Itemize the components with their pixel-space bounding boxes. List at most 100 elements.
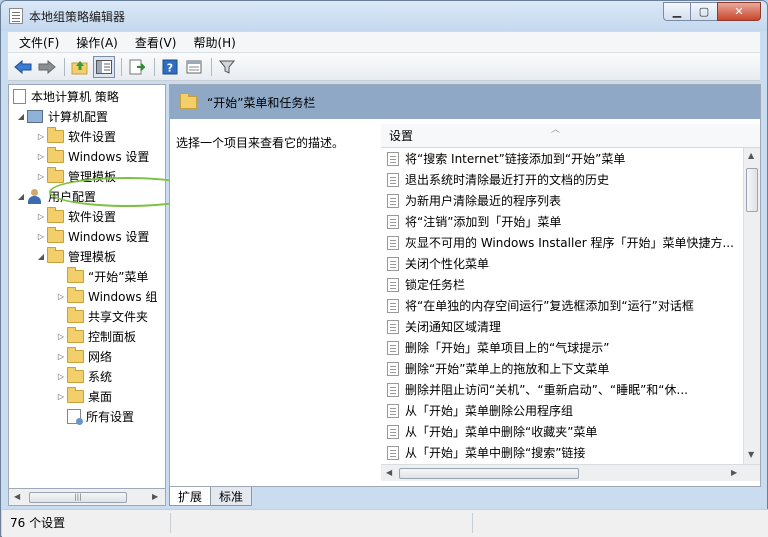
scroll-thumb[interactable] — [746, 168, 758, 212]
expand-arrow-icon[interactable]: ▷ — [35, 152, 47, 161]
list-horizontal-scrollbar[interactable]: ◀ ▶ — [381, 464, 760, 481]
policy-setting-row[interactable]: 关闭通知区域清理 — [387, 316, 737, 337]
tree-item-computer-windows[interactable]: ▷ Windows 设置 — [35, 146, 149, 166]
scroll-right-arrow-icon[interactable]: ▶ — [152, 492, 158, 501]
expand-arrow-icon[interactable]: ▷ — [55, 392, 67, 401]
scroll-down-arrow-icon[interactable]: ▼ — [748, 450, 754, 459]
tree-horizontal-scrollbar[interactable]: ◀ ||| ▶ — [8, 489, 166, 506]
folder-icon — [67, 266, 84, 283]
scroll-thumb[interactable] — [399, 468, 579, 479]
policy-setting-row[interactable]: 锁定任务栏 — [387, 274, 737, 295]
gpedit-app-icon — [9, 8, 23, 24]
tree-item-desktop[interactable]: ▷ 桌面 — [55, 386, 112, 406]
tree-item-label: Windows 组 — [88, 289, 158, 304]
maximize-button[interactable]: ▢ — [690, 2, 717, 21]
policy-setting-row[interactable]: 将“搜索 Internet”链接添加到“开始”菜单 — [387, 148, 737, 169]
menu-action[interactable]: 操作(A) — [65, 34, 124, 51]
export-list-button[interactable] — [126, 56, 148, 78]
expand-arrow-icon[interactable]: ▷ — [35, 232, 47, 241]
tree-item-start-menu[interactable]: “开始”菜单 — [67, 266, 148, 286]
tab-standard[interactable]: 标准 — [210, 487, 253, 506]
forward-button[interactable] — [36, 56, 58, 78]
collapse-arrow-icon[interactable]: ◢ — [35, 252, 47, 261]
tree-item-network[interactable]: ▷ 网络 — [55, 346, 112, 366]
policy-setting-label: 将“在单独的内存空间运行”复选框添加到“运行”对话框 — [405, 299, 694, 313]
policy-setting-row[interactable]: 删除并阻止访问“关机”、“重新启动”、“睡眠”和“休... — [387, 379, 737, 400]
tree-item-user-admin[interactable]: ◢ 管理模板 — [35, 246, 116, 266]
collapse-arrow-icon[interactable]: ◢ — [15, 192, 27, 201]
column-header-settings[interactable]: 设置 — [381, 122, 760, 148]
menu-file[interactable]: 文件(F) — [8, 34, 65, 51]
policy-setting-label: 锁定任务栏 — [405, 278, 466, 292]
policy-setting-row[interactable]: 退出系统时清除最近打开的文档的历史 — [387, 169, 737, 190]
help-button[interactable]: ? — [159, 56, 181, 78]
policy-setting-label: 从「开始」菜单中删除“搜索”链接 — [405, 446, 586, 460]
scroll-thumb[interactable]: ||| — [29, 492, 127, 503]
expand-arrow-icon[interactable]: ▷ — [55, 352, 67, 361]
show-hide-tree-button[interactable] — [93, 55, 115, 78]
scroll-left-arrow-icon[interactable]: ◀ — [386, 468, 392, 477]
tree-item-label: Windows 设置 — [68, 229, 150, 244]
view-tabs: 扩展 标准 — [169, 487, 761, 507]
up-folder-icon — [71, 60, 88, 74]
properties-button[interactable] — [183, 56, 205, 78]
tree-item-label: 控制面板 — [88, 329, 137, 344]
back-button[interactable] — [12, 56, 34, 78]
policy-setting-label: 退出系统时清除最近打开的文档的历史 — [405, 173, 610, 187]
menu-help[interactable]: 帮助(H) — [182, 34, 241, 51]
expand-arrow-icon[interactable]: ▷ — [55, 292, 67, 301]
policy-setting-row[interactable]: 从「开始」菜单中删除“搜索”链接 — [387, 442, 737, 463]
expand-arrow-icon[interactable]: ▷ — [35, 212, 47, 221]
up-level-button[interactable] — [69, 56, 91, 78]
policy-setting-label: 灰显不可用的 Windows Installer 程序「开始」菜单快捷方... — [405, 236, 734, 250]
tree-item-user-software[interactable]: ▷ 软件设置 — [35, 206, 116, 226]
policy-setting-row[interactable]: 将“在单独的内存空间运行”复选框添加到“运行”对话框 — [387, 295, 737, 316]
tree-item-computer-config[interactable]: ◢ 计算机配置 — [15, 106, 108, 126]
policy-setting-row[interactable]: 删除“开始”菜单上的拖放和上下文菜单 — [387, 358, 737, 379]
expand-arrow-icon[interactable]: ▷ — [35, 132, 47, 141]
scroll-up-arrow-icon[interactable]: ▲ — [748, 151, 754, 160]
expand-arrow-icon[interactable]: ▷ — [55, 372, 67, 381]
tree-item-user-windows[interactable]: ▷ Windows 设置 — [35, 226, 149, 246]
properties-icon — [186, 60, 202, 73]
expand-arrow-icon[interactable]: ▷ — [55, 332, 67, 341]
list-vertical-scrollbar[interactable]: ▲ ▼ — [743, 148, 760, 464]
tree-item-computer-software[interactable]: ▷ 软件设置 — [35, 126, 116, 146]
policy-setting-icon — [387, 382, 399, 397]
status-count: 76 个设置 — [10, 516, 66, 530]
tab-extended[interactable]: 扩展 — [169, 487, 212, 506]
policy-setting-label: 删除并阻止访问“关机”、“重新启动”、“睡眠”和“休... — [405, 383, 688, 397]
policy-setting-row[interactable]: 删除「开始」菜单项目上的“气球提示” — [387, 337, 737, 358]
policy-setting-icon — [387, 298, 399, 313]
close-button[interactable]: ✕ — [717, 2, 761, 21]
tree-item-shared-folders[interactable]: 共享文件夹 — [67, 306, 148, 326]
scroll-right-arrow-icon[interactable]: ▶ — [731, 468, 737, 477]
policy-setting-row[interactable]: 灰显不可用的 Windows Installer 程序「开始」菜单快捷方... — [387, 232, 737, 253]
toolbar-separator — [121, 57, 122, 76]
toolbar: ? — [8, 53, 760, 81]
window-controls: ▁ ▢ ✕ — [663, 2, 761, 21]
description-hint: 选择一个项目来查看它的描述。 — [176, 136, 345, 150]
title-bar[interactable]: 本地组策略编辑器 ▁ ▢ ✕ — [1, 1, 767, 31]
policy-setting-icon — [387, 424, 399, 439]
filter-button[interactable] — [216, 56, 238, 78]
tree-item-control-panel[interactable]: ▷ 控制面板 — [55, 326, 136, 346]
minimize-button[interactable]: ▁ — [663, 2, 690, 21]
scroll-left-arrow-icon[interactable]: ◀ — [14, 492, 20, 501]
policy-setting-icon — [387, 151, 399, 166]
tree-item-windows-components[interactable]: ▷ Windows 组 — [55, 286, 157, 306]
maximize-icon: ▢ — [698, 5, 710, 18]
policy-setting-icon — [387, 235, 399, 250]
policy-setting-row[interactable]: 将“注销”添加到「开始」菜单 — [387, 211, 737, 232]
expand-arrow-icon[interactable]: ▷ — [35, 172, 47, 181]
policy-setting-row[interactable]: 为新用户清除最近的程序列表 — [387, 190, 737, 211]
tree-item-system[interactable]: ▷ 系统 — [55, 366, 112, 386]
tree-item-all-settings[interactable]: 所有设置 — [67, 406, 134, 426]
tree-item-root[interactable]: 本地计算机 策略 — [13, 86, 119, 106]
collapse-arrow-icon[interactable]: ◢ — [15, 112, 27, 121]
policy-setting-row[interactable]: 关闭个性化菜单 — [387, 253, 737, 274]
menu-view[interactable]: 查看(V) — [124, 34, 183, 51]
policy-setting-row[interactable]: 从「开始」菜单中删除“收藏夹”菜单 — [387, 421, 737, 442]
policy-setting-row[interactable]: 从「开始」菜单删除公用程序组 — [387, 400, 737, 421]
folder-icon — [67, 346, 84, 363]
